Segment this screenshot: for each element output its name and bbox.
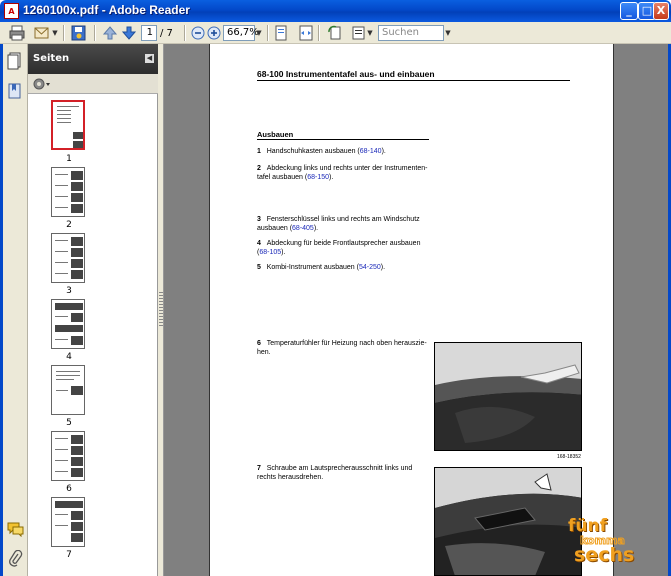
splitter-grip[interactable] bbox=[159, 292, 163, 328]
document-page: 68-100 Instrumententafel aus- und einbau… bbox=[209, 44, 614, 576]
step-7: 7 Schraube am Lautsprecherausschnitt lin… bbox=[257, 465, 413, 481]
step-5-link[interactable]: 54-250 bbox=[359, 264, 381, 271]
toolbar-separator bbox=[63, 25, 65, 41]
page-thumbnail[interactable] bbox=[51, 100, 85, 150]
select-dropdown-icon[interactable]: ▼ bbox=[365, 25, 375, 41]
pages-panel: Seiten ◀ 1 2 3 4 5 6 7 bbox=[28, 44, 158, 576]
window-title: 1260100x.pdf - Adobe Reader bbox=[23, 3, 190, 17]
adobe-reader-icon: A bbox=[4, 3, 19, 19]
save-copy-icon[interactable] bbox=[70, 24, 88, 42]
options-gear-icon[interactable] bbox=[32, 77, 52, 91]
fit-width-icon[interactable] bbox=[297, 24, 315, 42]
toolbar: ▼ 1 / 7 66,7% ▼ ▼ Suchen ▼ bbox=[0, 22, 671, 44]
page-heading: 68-100 Instrumententafel aus- und einbau… bbox=[257, 69, 435, 79]
thumbnail-page-number: 2 bbox=[66, 220, 72, 230]
page-thumbnail[interactable] bbox=[51, 299, 85, 349]
search-dropdown-icon[interactable]: ▼ bbox=[443, 25, 453, 41]
toolbar-separator bbox=[94, 25, 96, 41]
page-thumbnail[interactable] bbox=[51, 497, 85, 547]
thumbnail-page-number: 1 bbox=[66, 154, 72, 164]
step-3-link[interactable]: 68-405 bbox=[292, 225, 314, 232]
step-4-link[interactable]: 68-105 bbox=[259, 249, 281, 256]
pages-panel-icon[interactable] bbox=[7, 52, 23, 70]
rotate-icon[interactable] bbox=[326, 24, 344, 42]
page-thumbnails: 1 2 3 4 5 6 7 bbox=[28, 94, 158, 576]
search-input[interactable]: Suchen bbox=[378, 25, 444, 41]
step-4: 4 Abdeckung für beide Frontlautsprecher … bbox=[257, 240, 421, 256]
previous-page-icon[interactable] bbox=[101, 24, 119, 42]
bookmarks-icon[interactable] bbox=[7, 82, 23, 100]
page-thumbnail[interactable] bbox=[51, 167, 85, 217]
pages-panel-title: Seiten bbox=[33, 53, 70, 64]
photo-temperature-sensor bbox=[434, 342, 582, 451]
step-1: 1 Handschuhkasten ausbauen (68-140). bbox=[257, 148, 386, 155]
page-number-input[interactable]: 1 bbox=[141, 25, 157, 41]
step-1-link[interactable]: 68-140 bbox=[360, 148, 382, 155]
zoom-in-icon[interactable] bbox=[205, 24, 223, 42]
toolbar-separator bbox=[318, 25, 320, 41]
step-2: 2 Abdeckung links und rechts unter der I… bbox=[257, 165, 428, 181]
thumbnail-page-number: 6 bbox=[66, 484, 72, 494]
email-icon[interactable] bbox=[33, 24, 51, 42]
fit-page-icon[interactable] bbox=[272, 24, 290, 42]
collapse-panel-button[interactable]: ◀ bbox=[145, 54, 154, 63]
title-bar: A 1260100x.pdf - Adobe Reader _ □ X bbox=[0, 0, 671, 22]
section-heading: Ausbauen bbox=[257, 130, 294, 139]
comments-icon[interactable] bbox=[7, 522, 24, 537]
page-total-label: / 7 bbox=[160, 28, 173, 39]
thumbnail-page-number: 7 bbox=[66, 550, 72, 560]
panel-options-bar bbox=[28, 74, 158, 94]
toolbar-separator bbox=[267, 25, 269, 41]
thumbnail-page-number: 3 bbox=[66, 286, 72, 296]
step-5: 5 Kombi-Instrument ausbauen (54-250). bbox=[257, 264, 386, 271]
step-3: 3 Fensterschlüssel links und rechts am W… bbox=[257, 216, 420, 232]
photo-caption: 168-18352 bbox=[557, 454, 581, 460]
thumbnail-page-number: 4 bbox=[66, 352, 72, 362]
thumbnail-page-number: 5 bbox=[66, 418, 72, 428]
step-6: 6 Temperaturfühler für Heizung nach oben… bbox=[257, 340, 427, 356]
zoom-level-input[interactable]: 66,7% bbox=[223, 25, 259, 41]
close-button[interactable]: X bbox=[653, 2, 669, 20]
navigation-strip bbox=[3, 44, 28, 576]
minimize-button[interactable]: _ bbox=[620, 2, 638, 20]
zoom-dropdown-icon[interactable]: ▼ bbox=[254, 25, 264, 41]
heading-rule bbox=[257, 80, 570, 81]
print-icon[interactable] bbox=[8, 24, 26, 42]
next-page-icon[interactable] bbox=[120, 24, 138, 42]
funfkommasechs-watermark: fünf komma sechs bbox=[568, 516, 635, 566]
page-thumbnail[interactable] bbox=[51, 233, 85, 283]
photo-speaker-cutout bbox=[434, 467, 582, 576]
page-thumbnail[interactable] bbox=[51, 365, 85, 415]
email-dropdown-icon[interactable]: ▼ bbox=[50, 25, 60, 41]
page-thumbnail[interactable] bbox=[51, 431, 85, 481]
pages-panel-header: Seiten ◀ bbox=[28, 44, 158, 74]
section-rule bbox=[257, 139, 429, 140]
attachments-icon[interactable] bbox=[8, 550, 23, 567]
toolbar-separator bbox=[184, 25, 186, 41]
step-2-link[interactable]: 68-150 bbox=[307, 174, 329, 181]
